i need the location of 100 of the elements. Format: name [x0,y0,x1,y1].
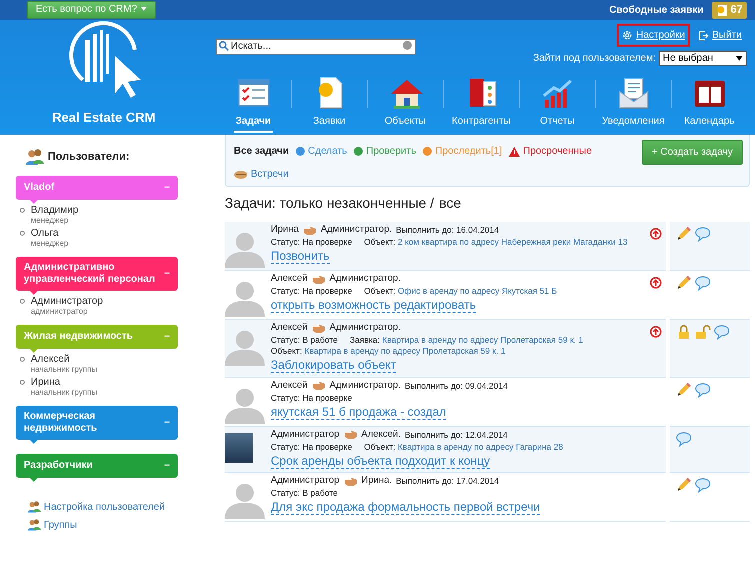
collapse-toggle[interactable]: – [164,460,170,472]
assigner-name: Алексей [271,380,308,392]
member-role: начальник группы [31,388,98,396]
member-name[interactable]: Ирина [31,376,98,388]
users-icon [28,519,41,531]
nav-tab[interactable]: Объекты [368,76,443,135]
nav-tab[interactable]: Календарь [672,76,747,135]
users-icon [28,501,41,513]
task-title-link[interactable]: Позвонить [271,249,330,264]
filter-link[interactable]: Все задачи [234,144,290,159]
assigner-name: Администратор [271,475,340,487]
collapse-toggle[interactable]: – [164,330,170,342]
task-status: Статус: В работе [271,488,338,498]
logout-icon [699,30,710,40]
pencil-icon[interactable] [676,275,692,291]
pointing-hand-icon [312,381,326,390]
assigner-name: Алексей [271,273,308,285]
bullet-icon [20,380,25,384]
task-status: Статус: В работе [271,335,338,345]
collapse-toggle[interactable]: – [164,268,170,280]
create-task-button[interactable]: + Создать задачу [642,140,743,165]
open-padlock-icon[interactable] [695,324,711,340]
nav-tab[interactable]: Отчеты [520,76,595,135]
task-title-link[interactable]: Заблокировать объект [271,358,396,373]
pencil-icon[interactable] [676,382,692,398]
pointing-hand-icon [312,274,326,284]
sidebar-link[interactable]: Настройка пользователей [44,500,166,514]
pencil-icon[interactable] [676,477,692,493]
task-title-link[interactable]: открыть возможность редактировать [271,298,476,313]
padlock-icon[interactable] [676,324,692,340]
speech-bubble-icon[interactable] [695,226,711,242]
all-link[interactable]: все [439,193,462,214]
reference-label: Объект: [364,237,396,247]
filter-link[interactable]: Просроченные [523,144,592,159]
sidebar-link[interactable]: Группы [44,518,78,532]
member-role: начальник группы [31,364,98,374]
task-status: Статус: На проверке [271,442,352,452]
filter-link[interactable]: Проверить [366,144,416,159]
pointing-hand-icon [302,226,317,234]
sun-document-icon [716,4,728,16]
member-name[interactable]: Алексей [31,354,98,364]
nav-tab[interactable]: Заявки [292,76,367,135]
free-requests-badge[interactable]: 67 [712,2,747,18]
login-as-label: Зайти под пользователем: [533,52,656,66]
reference-label: Объект: [364,286,396,296]
filter-link[interactable]: Проследить[1] [435,144,502,159]
filter-link[interactable]: Встречи [251,167,289,182]
assignee-name: Администратор. [330,322,401,334]
pointing-hand-icon [312,324,326,332]
due-date: Выполнить до: 09.04.2014 [404,380,508,392]
speech-bubble-icon[interactable] [714,324,730,340]
search-icon [219,41,229,51]
status-dot-icon [354,147,364,156]
speech-bubble-icon[interactable] [676,430,692,446]
reference-link[interactable]: 2 ком квартира по адресу Набережная реки Магаданки 13 [398,237,628,247]
reference-link[interactable]: Квартира в аренду по адресу Пролетарская 59 к. 1 [304,346,506,356]
settings-link[interactable]: Настройки [617,24,690,47]
page-heading: Задачи: только незаконченные / [225,194,434,213]
pencil-icon[interactable] [676,226,692,242]
pointing-hand-icon [344,476,358,486]
speech-bubble-icon[interactable] [695,382,711,398]
question-dropdown-button[interactable]: Есть вопрос по CRM? [27,1,156,19]
due-date: Выполнить до: 12.04.2014 [404,428,508,440]
collapse-toggle[interactable]: – [164,416,170,428]
task-title-link[interactable]: Срок аренды объекта подходит к концу [271,454,490,468]
due-date: Выполнить до: 16.04.2014 [396,224,500,236]
photo-placeholder [225,432,253,462]
assigner-name: Алексей [271,322,308,334]
task-status: Статус: На проверке [271,286,352,296]
member-role: менеджер [31,216,70,224]
bullet-icon [20,356,25,362]
task-title-link[interactable]: Для экс продажа формальность первой встречи [271,500,540,515]
reference-label: Заявка: [350,335,380,345]
reference-link[interactable]: Квартира в аренду по адресу Пролетарская 59 к. 1 [382,335,584,345]
nav-tab[interactable]: Задачи [216,76,291,135]
collapse-toggle[interactable]: – [164,182,170,194]
speech-bubble-icon[interactable] [695,477,711,493]
task-status: Статус: На проверке [271,237,352,247]
member-name[interactable]: Владимир [31,204,79,216]
assigner-name: Ирина [271,224,299,236]
nav-tab[interactable]: Уведомления [596,76,671,135]
task-title-link[interactable]: якутская 51 б продажа - создал [271,404,446,420]
member-name[interactable]: Администратор [31,296,104,306]
search-field[interactable]: Искать... [216,38,416,54]
bullet-icon [20,208,25,212]
filter-link[interactable]: Сделать [308,144,348,159]
reference-link[interactable]: Квартира в аренду по адресу Гагарина 28 [398,442,564,452]
task-status: Статус: На проверке [271,392,352,402]
assignee-name: Администратор. [320,224,392,236]
member-name[interactable]: Ольга [31,228,69,238]
user-select[interactable]: Не выбран [659,51,747,66]
assignee-name: Администратор. [330,380,401,392]
free-requests-label: Свободные заявки [609,4,704,18]
pointing-hand-icon [344,430,358,439]
bullet-icon [20,230,25,236]
reference-link[interactable]: Офис в аренду по адресу Якутская 51 Б [398,286,558,296]
speech-bubble-icon[interactable] [695,275,711,291]
nav-tab[interactable]: Контрагенты [444,76,519,135]
warning-icon [509,146,520,156]
logout-link[interactable]: Выйти [694,24,747,47]
